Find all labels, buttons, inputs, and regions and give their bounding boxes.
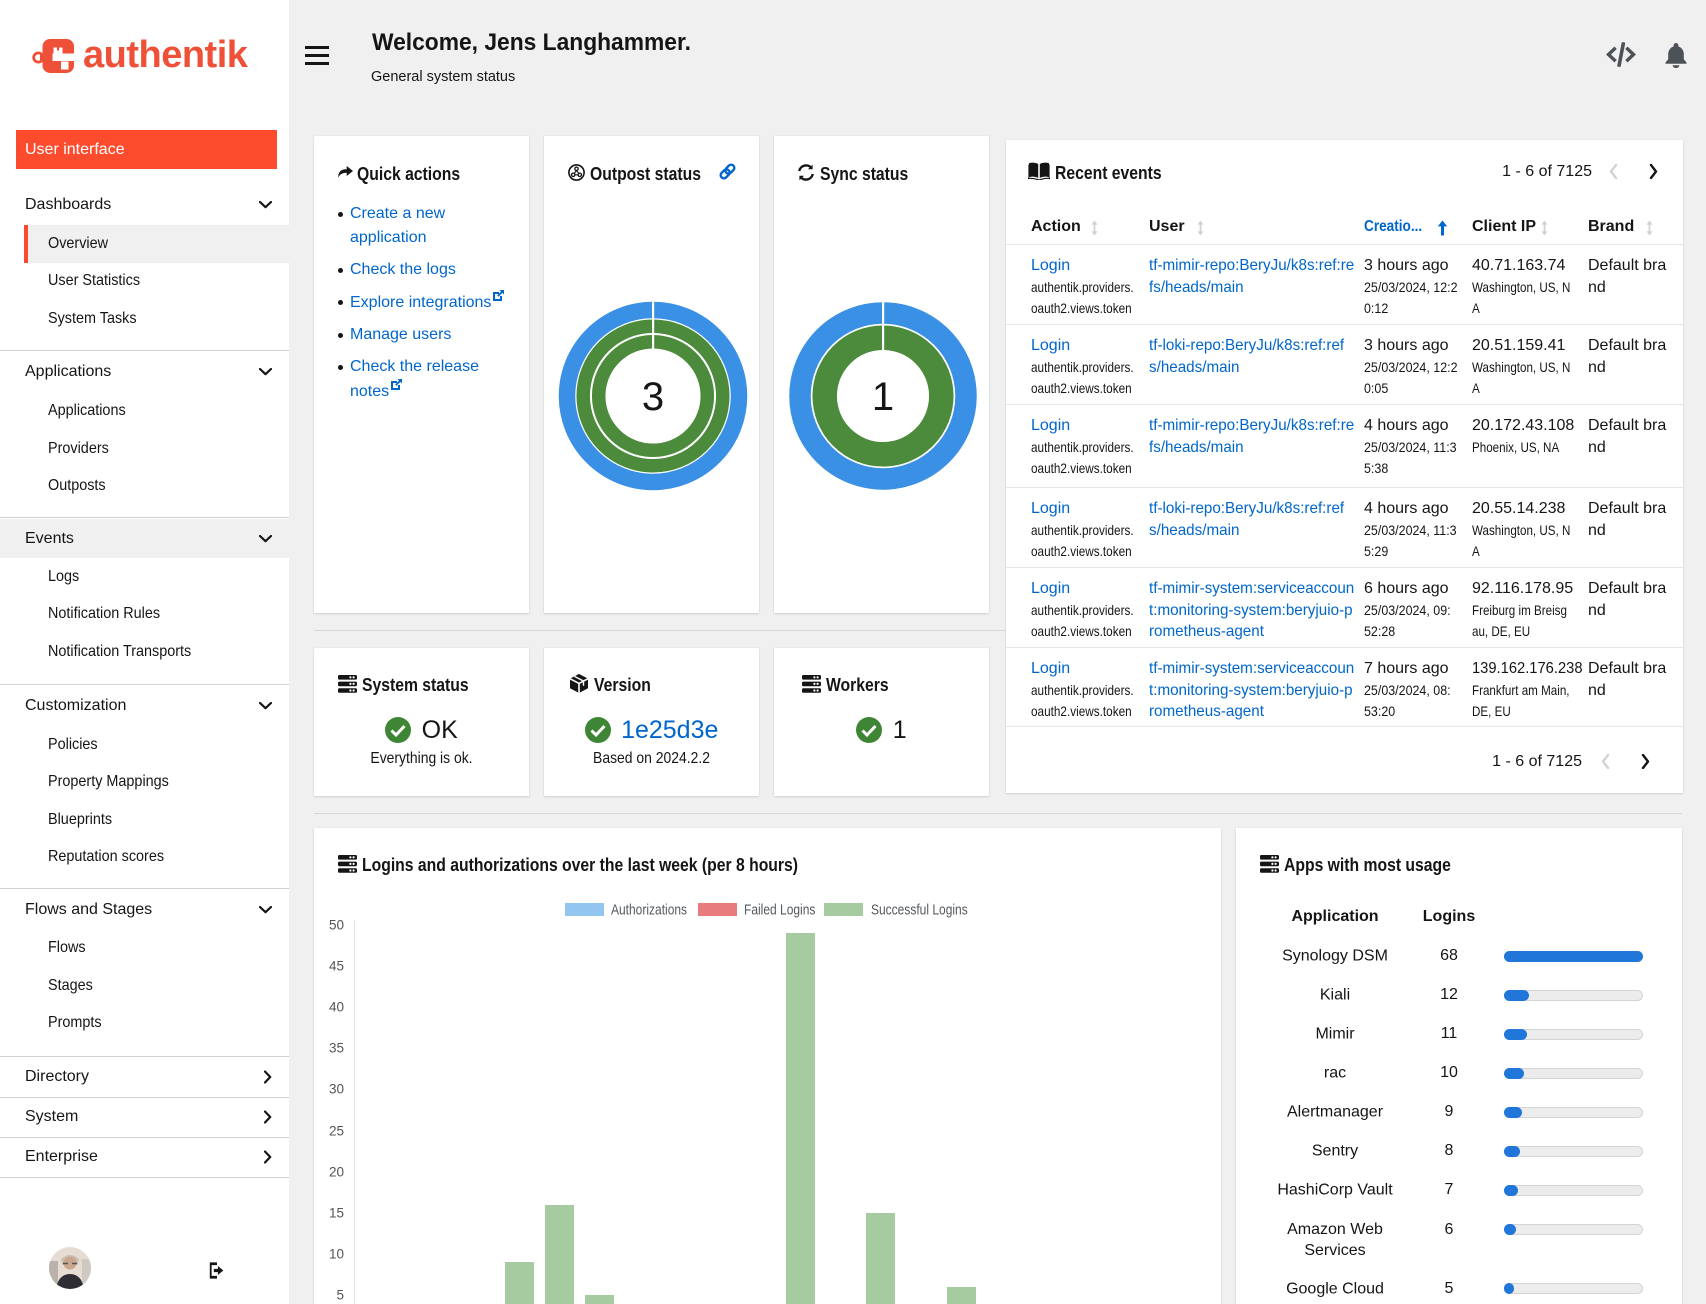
svg-text:1: 1	[872, 375, 894, 419]
svg-text:3: 3	[642, 375, 664, 419]
